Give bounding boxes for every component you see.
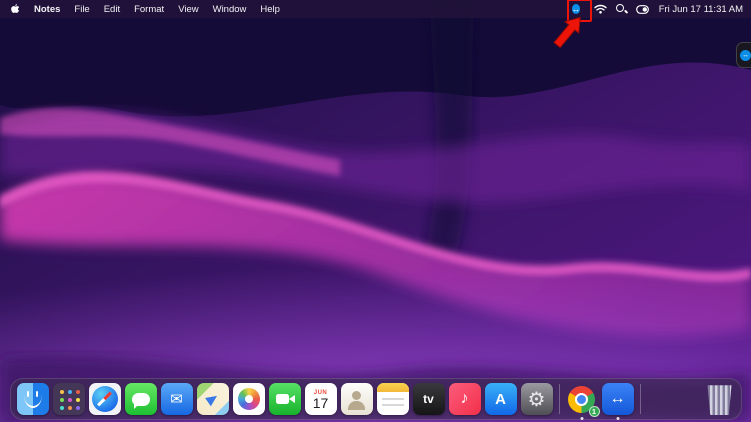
dock-separator (558, 384, 560, 414)
teamviewer-icon: ↔ (740, 49, 751, 61)
music-note-icon: ♪ (460, 390, 469, 407)
menu-window[interactable]: Window (206, 4, 254, 15)
dock-icon-messages[interactable] (124, 383, 157, 415)
finder-face-icon (23, 391, 42, 408)
menu-view[interactable]: View (171, 4, 205, 15)
navigation-arrow-icon (205, 391, 220, 407)
dock-icon-teamviewer[interactable]: ↔ (601, 383, 634, 420)
menu-format[interactable]: Format (127, 4, 171, 15)
dock-icon-chrome[interactable]: 1 (566, 383, 600, 420)
dock-icon-finder[interactable] (16, 383, 49, 415)
teamviewer-menubar-item[interactable]: ↔ (552, 0, 592, 48)
dock-icon-app-store[interactable]: A (484, 383, 517, 415)
wifi-icon[interactable] (593, 4, 607, 14)
dock-icon-photos[interactable] (232, 383, 265, 415)
dock-icon-contacts[interactable] (340, 383, 373, 415)
gear-icon: ⚙ (527, 388, 546, 411)
menu-help[interactable]: Help (253, 4, 287, 15)
menu-bar-left: Notes File Edit Format View Window Help (8, 3, 287, 15)
safari-compass-icon (91, 386, 118, 412)
dock-icon-music[interactable]: ♪ (448, 383, 481, 415)
color-pinwheel-icon (237, 388, 260, 410)
tv-label: tv (423, 392, 434, 406)
dock-icon-launchpad[interactable] (52, 383, 85, 415)
launchpad-grid-icon (59, 390, 64, 394)
chrome-badge: 1 (588, 406, 600, 417)
apple-menu[interactable] (8, 3, 27, 15)
menu-file[interactable]: File (67, 4, 96, 15)
desktop-wallpaper[interactable] (0, 0, 751, 422)
running-indicator (580, 417, 583, 420)
dock: ✉ JUN 17 tv ♪ A ⚙ 1 ↔ (9, 378, 742, 420)
menubar-clock[interactable]: Fri Jun 17 11:31 AM (658, 4, 743, 15)
menu-bar: Notes File Edit Format View Window Help … (0, 0, 751, 48)
dock-recents-area (647, 383, 701, 415)
dock-icon-mail[interactable]: ✉ (160, 383, 193, 415)
notes-header-icon (376, 383, 409, 392)
dock-icon-apple-tv[interactable]: tv (412, 383, 445, 415)
menu-bar-status: ↔ Fri Jun 17 11:31 AM (552, 0, 743, 48)
video-camera-icon (275, 394, 295, 404)
dock-icon-safari[interactable] (88, 383, 121, 415)
menu-edit[interactable]: Edit (97, 4, 127, 15)
calendar-day-label: 17 (312, 394, 329, 411)
teamviewer-arrows-icon: ↔ (609, 390, 626, 407)
dock-icon-calendar[interactable]: JUN 17 (304, 383, 337, 415)
active-app-menu[interactable]: Notes (27, 4, 67, 15)
dock-icon-trash[interactable] (707, 385, 732, 415)
dock-icon-maps[interactable] (196, 383, 229, 415)
apple-icon (11, 4, 20, 13)
speech-bubble-icon (131, 392, 150, 409)
teamviewer-icon[interactable]: ↔ (571, 3, 581, 14)
app-store-a-icon: A (495, 390, 506, 408)
dock-icon-notes[interactable] (376, 383, 409, 415)
dock-icon-facetime[interactable] (268, 383, 301, 415)
teamviewer-side-panel-tab[interactable]: ↔ (736, 42, 751, 68)
notes-lines-icon (381, 398, 404, 400)
person-silhouette-icon (348, 390, 365, 410)
envelope-icon: ✉ (170, 391, 183, 408)
running-indicator (616, 417, 619, 420)
search-icon[interactable] (615, 3, 627, 15)
dock-icon-system-preferences[interactable]: ⚙ (520, 383, 553, 415)
dock-separator (639, 384, 641, 414)
control-center-icon[interactable] (635, 4, 649, 14)
